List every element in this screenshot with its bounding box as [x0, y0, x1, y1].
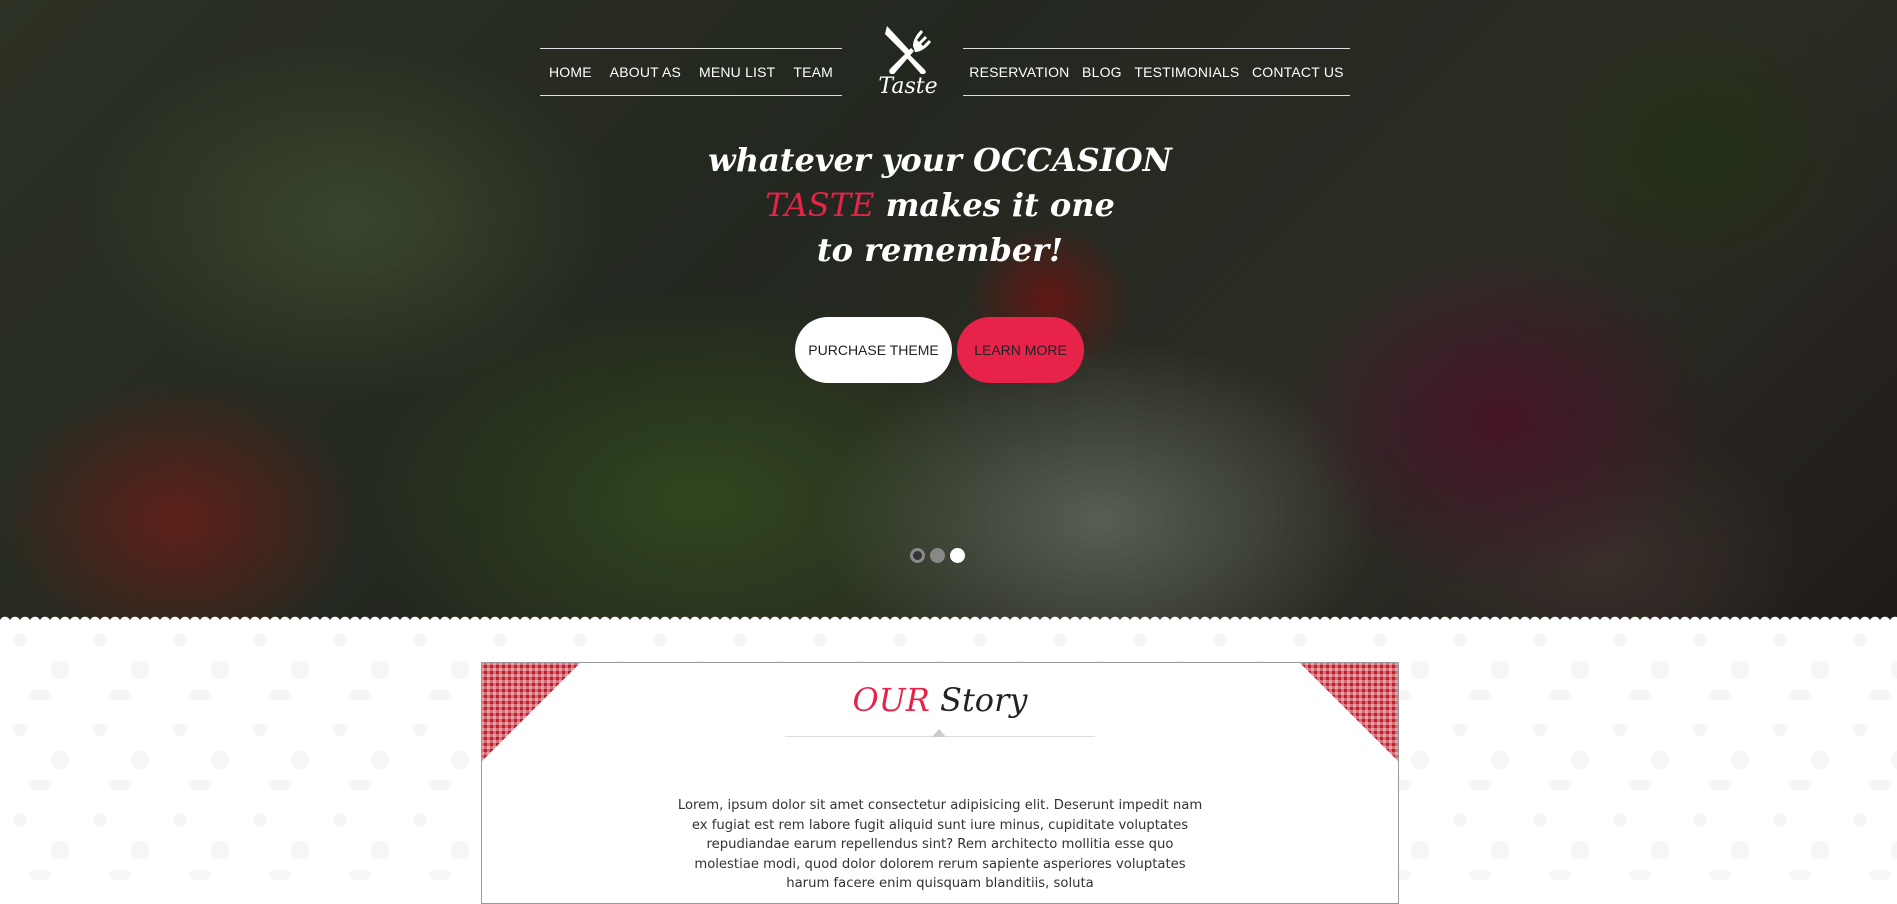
headline-line-3: to remember! — [816, 231, 1064, 269]
nav-contact-us[interactable]: CONTACT US — [1252, 64, 1344, 80]
site-logo[interactable]: Taste — [873, 24, 943, 104]
slider-dot-1[interactable] — [910, 548, 925, 563]
purchase-theme-button[interactable]: PURCHASE THEME — [795, 317, 952, 383]
divider-cloche-icon — [932, 729, 946, 737]
headline-line-2-rest: makes it one — [874, 186, 1115, 224]
slider-pagination — [910, 548, 965, 563]
hero-wave-edge — [0, 612, 1897, 624]
nav-menu-list[interactable]: MENU LIST — [699, 64, 775, 80]
headline-line-1: whatever your OCCASION — [708, 141, 1172, 179]
nav-home[interactable]: HOME — [549, 64, 592, 80]
headline-line-2: TASTE makes it one — [640, 183, 1240, 228]
fork-knife-icon — [885, 26, 931, 74]
nav-right: RESERVATION BLOG TESTIMONIALS CONTACT US — [963, 48, 1350, 96]
slider-dot-2[interactable] — [930, 548, 945, 563]
hero-headline: whatever your OCCASION TASTE makes it on… — [640, 138, 1240, 273]
nav-testimonials[interactable]: TESTIMONIALS — [1134, 64, 1239, 80]
nav-reservation[interactable]: RESERVATION — [969, 64, 1069, 80]
our-story-card: OUR Story Lorem, ipsum dolor sit amet co… — [481, 662, 1399, 904]
nav-team[interactable]: TEAM — [793, 64, 833, 80]
nav-blog[interactable]: BLOG — [1082, 64, 1122, 80]
hero-banner — [0, 0, 1897, 620]
slider-dot-3[interactable] — [950, 548, 965, 563]
story-title-rest: Story — [929, 681, 1028, 719]
nav-left: HOME ABOUT AS MENU LIST TEAM — [540, 48, 842, 96]
story-text: Lorem, ipsum dolor sit amet consectetur … — [677, 798, 1203, 891]
headline-accent: TASTE — [765, 186, 875, 224]
learn-more-button[interactable]: LEARN MORE — [957, 317, 1084, 383]
logo-text: Taste — [878, 74, 938, 99]
story-title: OUR Story — [482, 681, 1398, 719]
story-title-accent: OUR — [852, 681, 930, 719]
nav-about[interactable]: ABOUT AS — [610, 64, 681, 80]
